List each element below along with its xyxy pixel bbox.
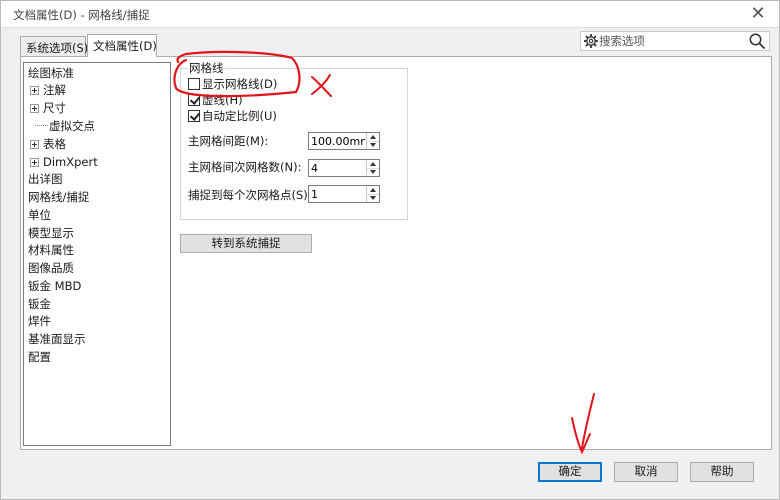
close-icon: ✕ bbox=[750, 3, 766, 24]
tree-item-label: DimXpert bbox=[43, 155, 98, 169]
tree-item-weldments[interactable]: 焊件 bbox=[27, 313, 52, 330]
help-button[interactable]: 帮助 bbox=[690, 462, 754, 482]
tree-item-sheet-metal-mbd[interactable]: 钣金 MBD bbox=[27, 278, 82, 295]
tree-item-dimxpert[interactable]: DimXpert bbox=[29, 154, 99, 171]
tree-item-grid-snap[interactable]: 网格线/捕捉 bbox=[27, 189, 91, 206]
tree-item-label: 钣金 bbox=[28, 297, 51, 311]
tree-item-tables[interactable]: 表格 bbox=[29, 136, 67, 153]
minor-lines-input[interactable] bbox=[311, 161, 365, 175]
tree-item-label: 单位 bbox=[28, 208, 51, 222]
tree-item-drafting-standard[interactable]: 绘图标准 bbox=[27, 65, 75, 82]
tree-item-sheet-metal[interactable]: 钣金 bbox=[27, 296, 52, 313]
search-box[interactable] bbox=[580, 31, 770, 51]
tab-document-properties[interactable]: 文档属性(D) bbox=[87, 34, 157, 57]
tree-connector bbox=[35, 125, 48, 126]
tree-item-model-display[interactable]: 模型显示 bbox=[27, 225, 75, 242]
checkbox-label: 自动定比例(U) bbox=[202, 109, 277, 123]
expand-icon[interactable] bbox=[30, 104, 39, 113]
close-button[interactable]: ✕ bbox=[747, 3, 769, 25]
title-bar: 文档属性(D) - 网格线/捕捉 ✕ bbox=[1, 1, 779, 28]
cancel-button[interactable]: 取消 bbox=[614, 462, 678, 482]
spin-down-icon[interactable] bbox=[367, 168, 379, 176]
tree-item-label: 图像品质 bbox=[28, 261, 74, 275]
tree-item-units[interactable]: 单位 bbox=[27, 207, 52, 224]
checkbox-box[interactable] bbox=[188, 78, 200, 90]
tree-item-annotations[interactable]: 注解 bbox=[29, 82, 67, 99]
options-tree[interactable]: 绘图标准 注解 尺寸 虚拟交点 表格 DimXpert 出详图 网格线/捕捉 单… bbox=[23, 62, 171, 446]
spin-down-icon[interactable] bbox=[367, 141, 379, 149]
tree-item-label: 表格 bbox=[43, 137, 66, 151]
expand-icon[interactable] bbox=[30, 86, 39, 95]
tree-item-label: 模型显示 bbox=[28, 226, 74, 240]
spin-up-icon[interactable] bbox=[367, 160, 379, 168]
dashed-checkbox[interactable]: 虚线(H) bbox=[188, 93, 243, 109]
ok-button[interactable]: 确定 bbox=[538, 462, 602, 482]
tree-item-label: 绘图标准 bbox=[28, 66, 74, 80]
expand-icon[interactable] bbox=[30, 140, 39, 149]
spin-up-icon[interactable] bbox=[367, 186, 379, 194]
snap-points-input[interactable] bbox=[311, 187, 365, 201]
tree-item-label: 出详图 bbox=[28, 172, 63, 186]
tree-item-virtual-sharps[interactable]: 虚拟交点 bbox=[34, 118, 96, 135]
window-title: 文档属性(D) - 网格线/捕捉 bbox=[13, 8, 150, 22]
snap-points-label: 捕捉到每个次网格点(S): bbox=[188, 188, 312, 202]
gear-icon bbox=[584, 34, 598, 48]
tree-item-image-quality[interactable]: 图像品质 bbox=[27, 260, 75, 277]
search-icon[interactable] bbox=[748, 32, 766, 50]
minor-lines-spinner[interactable] bbox=[308, 159, 380, 177]
tree-item-label: 钣金 MBD bbox=[28, 279, 82, 293]
spin-down-icon[interactable] bbox=[367, 194, 379, 202]
tree-item-label: 网格线/捕捉 bbox=[28, 190, 90, 204]
auto-scale-checkbox[interactable]: 自动定比例(U) bbox=[188, 109, 277, 125]
snap-points-spinner[interactable] bbox=[308, 185, 380, 203]
major-spacing-input[interactable] bbox=[311, 134, 365, 148]
tree-item-dimensions[interactable]: 尺寸 bbox=[29, 100, 67, 117]
expand-icon[interactable] bbox=[30, 158, 39, 167]
major-spacing-label: 主网格间距(M): bbox=[188, 134, 269, 148]
display-grid-checkbox[interactable]: 显示网格线(D) bbox=[188, 77, 277, 93]
tree-item-material-properties[interactable]: 材料属性 bbox=[27, 242, 75, 259]
tree-item-label: 基准面显示 bbox=[28, 332, 86, 346]
tree-item-label: 尺寸 bbox=[43, 101, 66, 115]
search-input[interactable] bbox=[599, 33, 739, 49]
tree-item-label: 材料属性 bbox=[28, 243, 74, 257]
grid-group-title: 网格线 bbox=[188, 60, 225, 76]
go-to-system-snap-button[interactable]: 转到系统捕捉 bbox=[180, 234, 312, 253]
tree-item-label: 虚拟交点 bbox=[49, 119, 95, 133]
tree-item-label: 配置 bbox=[28, 350, 51, 364]
checkbox-box[interactable] bbox=[188, 110, 200, 122]
major-spacing-spinner[interactable] bbox=[308, 132, 380, 150]
tree-item-detailing[interactable]: 出详图 bbox=[27, 171, 64, 188]
tree-item-label: 焊件 bbox=[28, 314, 51, 328]
checkbox-label: 显示网格线(D) bbox=[202, 77, 278, 91]
checkbox-label: 虚线(H) bbox=[202, 93, 243, 107]
tree-item-label: 注解 bbox=[43, 83, 66, 97]
checkbox-box[interactable] bbox=[188, 94, 200, 106]
tree-item-plane-display[interactable]: 基准面显示 bbox=[27, 331, 87, 348]
spin-up-icon[interactable] bbox=[367, 133, 379, 141]
minor-lines-label: 主网格间次网格数(N): bbox=[188, 160, 302, 174]
tab-system-options[interactable]: 系统选项(S) bbox=[20, 36, 88, 56]
tree-item-configurations[interactable]: 配置 bbox=[27, 349, 52, 366]
